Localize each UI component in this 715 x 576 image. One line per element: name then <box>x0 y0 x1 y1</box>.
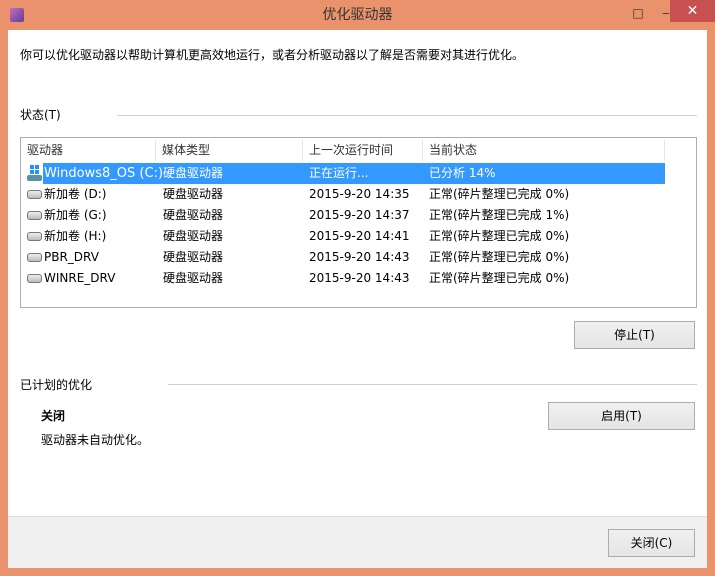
divider <box>168 384 697 385</box>
drive-row[interactable]: WINRE_DRV 硬盘驱动器 2015-9-20 14:43 正常(碎片整理已… <box>21 268 697 289</box>
drive-name: PBR_DRV <box>44 250 99 264</box>
drive-row[interactable]: PBR_DRV 硬盘驱动器 2015-9-20 14:43 正常(碎片整理已完成… <box>21 247 697 268</box>
dialog-footer <box>8 516 707 568</box>
media-type: 硬盘驱动器 <box>163 250 224 264</box>
drive-row[interactable]: 新加卷 (D:) 硬盘驱动器 2015-9-20 14:35 正常(碎片整理已完… <box>21 184 697 205</box>
current-status: 正常(碎片整理已完成 1%) <box>429 208 570 222</box>
description: 你可以优化驱动器以帮助计算机更高效地运行，或者分析驱动器以了解是否需要对其进行优… <box>20 48 525 62</box>
scheduled-section-label: 已计划的优化 <box>20 378 93 392</box>
column-header-drive[interactable]: 驱动器 <box>21 140 156 161</box>
current-status: 正常(碎片整理已完成 0%) <box>429 250 570 264</box>
last-run: 2015-9-20 14:41 <box>309 229 410 243</box>
schedule-detail: 驱动器未自动优化。 <box>41 433 150 447</box>
last-run: 2015-9-20 14:37 <box>309 208 410 222</box>
last-run: 2015-9-20 14:35 <box>309 187 410 201</box>
schedule-state: 关闭 <box>41 409 66 423</box>
media-type: 硬盘驱动器 <box>163 187 224 201</box>
current-status: 正常(碎片整理已完成 0%) <box>429 187 570 201</box>
current-status: 已分析 14% <box>429 166 496 180</box>
hard-drive-icon <box>27 253 42 262</box>
media-type: 硬盘驱动器 <box>163 166 224 180</box>
maximize-button[interactable]: □ <box>630 6 646 22</box>
media-type: 硬盘驱动器 <box>163 229 224 243</box>
media-type: 硬盘驱动器 <box>163 271 224 285</box>
hard-drive-icon <box>27 211 42 220</box>
hard-drive-icon <box>27 274 42 283</box>
hard-drive-icon <box>27 190 42 199</box>
window-title: 优化驱动器 <box>322 7 393 23</box>
status-section-label: 状态(T) <box>20 108 61 122</box>
column-header-last-run[interactable]: 上一次运行时间 <box>303 140 423 161</box>
last-run: 正在运行... <box>309 166 369 180</box>
divider <box>117 115 697 116</box>
hard-drive-icon <box>27 232 42 241</box>
close-window-button[interactable]: ✕ <box>670 0 715 22</box>
drive-list[interactable]: 驱动器 媒体类型 上一次运行时间 当前状态 Windows8_OS (C:) 硬… <box>20 137 697 308</box>
media-type: 硬盘驱动器 <box>163 208 224 222</box>
close-button[interactable]: 关闭(C) <box>608 529 695 557</box>
drive-row[interactable]: Windows8_OS (C:) 硬盘驱动器 正在运行... 已分析 14% <box>21 163 697 184</box>
drive-name: Windows8_OS (C:) <box>44 166 164 181</box>
drive-name: WINRE_DRV <box>44 271 116 285</box>
current-status: 正常(碎片整理已完成 0%) <box>429 229 570 243</box>
last-run: 2015-9-20 14:43 <box>309 250 410 264</box>
last-run: 2015-9-20 14:43 <box>309 271 410 285</box>
current-status: 正常(碎片整理已完成 0%) <box>429 271 570 285</box>
column-header-status[interactable]: 当前状态 <box>423 140 665 161</box>
drive-name: 新加卷 (H:) <box>44 229 107 243</box>
drive-name: 新加卷 (G:) <box>44 208 107 222</box>
drive-row[interactable]: 新加卷 (H:) 硬盘驱动器 2015-9-20 14:41 正常(碎片整理已完… <box>21 226 697 247</box>
column-header-media[interactable]: 媒体类型 <box>156 140 303 161</box>
drive-row[interactable]: 新加卷 (G:) 硬盘驱动器 2015-9-20 14:37 正常(碎片整理已完… <box>21 205 697 226</box>
drive-name: 新加卷 (D:) <box>44 187 107 201</box>
stop-button[interactable]: 停止(T) <box>574 321 695 349</box>
windows-drive-icon <box>27 165 42 181</box>
enable-button[interactable]: 启用(T) <box>548 402 695 430</box>
